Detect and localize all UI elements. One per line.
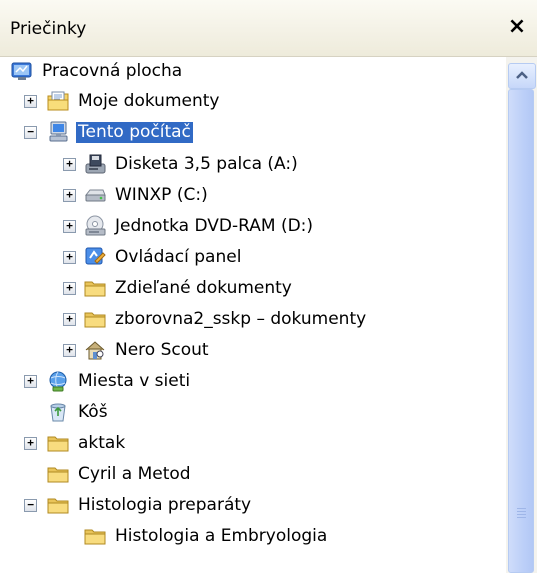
tree-item-label: Cyril a Metod [78, 464, 191, 484]
tree-item[interactable]: Kôš [0, 398, 506, 428]
folder-icon [46, 462, 70, 486]
tree-item-label: Zdieľané dokumenty [115, 278, 292, 298]
pane-title: Priečinky [10, 19, 87, 39]
tree-item-label: Ovládací panel [115, 247, 242, 267]
tree-item-label: Moje dokumenty [78, 91, 220, 111]
dvd-drive-icon [83, 214, 107, 238]
tree-item[interactable]: + Jednotka DVD-RAM (D:) [0, 212, 506, 242]
expand-toggle[interactable]: + [63, 313, 76, 326]
tree-item-label: Kôš [78, 402, 108, 422]
collapse-toggle[interactable]: − [24, 126, 37, 139]
expand-toggle[interactable]: + [63, 220, 76, 233]
network-places-icon [46, 369, 70, 393]
my-documents-icon [46, 89, 70, 113]
floppy-drive-icon [83, 152, 107, 176]
tree-item-label: zborovna2_sskp – dokumenty [115, 309, 367, 329]
tree-item[interactable]: Pracovná plocha [0, 57, 506, 87]
tree-item[interactable]: + Ovládací panel [0, 243, 506, 273]
tree-item[interactable]: − Histologia preparáty [0, 491, 506, 521]
close-button[interactable]: × [504, 14, 530, 40]
tree-item-label: Jednotka DVD-RAM (D:) [115, 216, 314, 236]
tree-item-label: Pracovná plocha [42, 61, 183, 81]
tree-item-label: Tento počítač [76, 122, 193, 143]
tree-item[interactable]: + Nero Scout [0, 336, 506, 366]
expand-toggle[interactable]: + [24, 375, 37, 388]
tree-item-label: Histologia preparáty [78, 495, 252, 515]
tree-item[interactable]: + Disketa 3,5 palca (A:) [0, 150, 506, 180]
expand-toggle[interactable]: + [63, 282, 76, 295]
my-computer-icon [46, 120, 70, 144]
expand-toggle[interactable]: + [63, 344, 76, 357]
tree-item-label: Disketa 3,5 palca (A:) [115, 154, 298, 174]
expand-toggle[interactable]: + [24, 437, 37, 450]
scroll-up-arrow-icon [516, 71, 528, 79]
tree-item[interactable]: Histologia a Embryologia [0, 522, 506, 552]
tree-item[interactable]: + zborovna2_sskp – dokumenty [0, 305, 506, 335]
tree-item[interactable]: Cyril a Metod [0, 460, 506, 490]
tree-item[interactable]: + Zdieľané dokumenty [0, 274, 506, 304]
collapse-toggle[interactable]: − [24, 499, 37, 512]
folder-tree: Pracovná plocha + Moje dokumenty − Tento poč… [0, 57, 506, 573]
tree-item-label: WINXP (C:) [115, 185, 208, 205]
folder-icon [83, 524, 107, 548]
tree-item[interactable]: + Moje dokumenty [0, 87, 506, 117]
pane-header: Priečinky × [0, 0, 537, 57]
expand-toggle[interactable]: + [24, 95, 37, 108]
tree-item-label: Histologia a Embryologia [115, 526, 328, 546]
folder-icon [46, 493, 70, 517]
control-panel-icon [83, 245, 107, 269]
tree-item[interactable]: − Tento počítač [0, 118, 506, 148]
tree-item-label: Miesta v sieti [78, 371, 191, 391]
folder-icon [83, 307, 107, 331]
folder-icon [46, 431, 70, 455]
hard-drive-icon [83, 183, 107, 207]
expand-toggle[interactable]: + [63, 251, 76, 264]
vertical-scrollbar[interactable] [506, 57, 537, 573]
tree-item[interactable]: + WINXP (C:) [0, 181, 506, 211]
scroll-up-button[interactable] [508, 63, 536, 89]
expand-toggle[interactable]: + [63, 158, 76, 171]
folder-icon [83, 276, 107, 300]
nero-scout-icon [83, 338, 107, 362]
scroll-thumb[interactable] [508, 89, 534, 573]
tree-item-label: aktak [78, 433, 126, 453]
desktop-icon [10, 59, 34, 83]
tree-item[interactable]: + Miesta v sieti [0, 367, 506, 397]
folders-pane: Priečinky × Pracovná plocha + Moje dokumen… [0, 0, 537, 573]
tree-item[interactable]: + aktak [0, 429, 506, 459]
tree-item-label: Nero Scout [115, 340, 209, 360]
expand-toggle[interactable]: + [63, 189, 76, 202]
recycle-bin-icon [46, 400, 70, 424]
